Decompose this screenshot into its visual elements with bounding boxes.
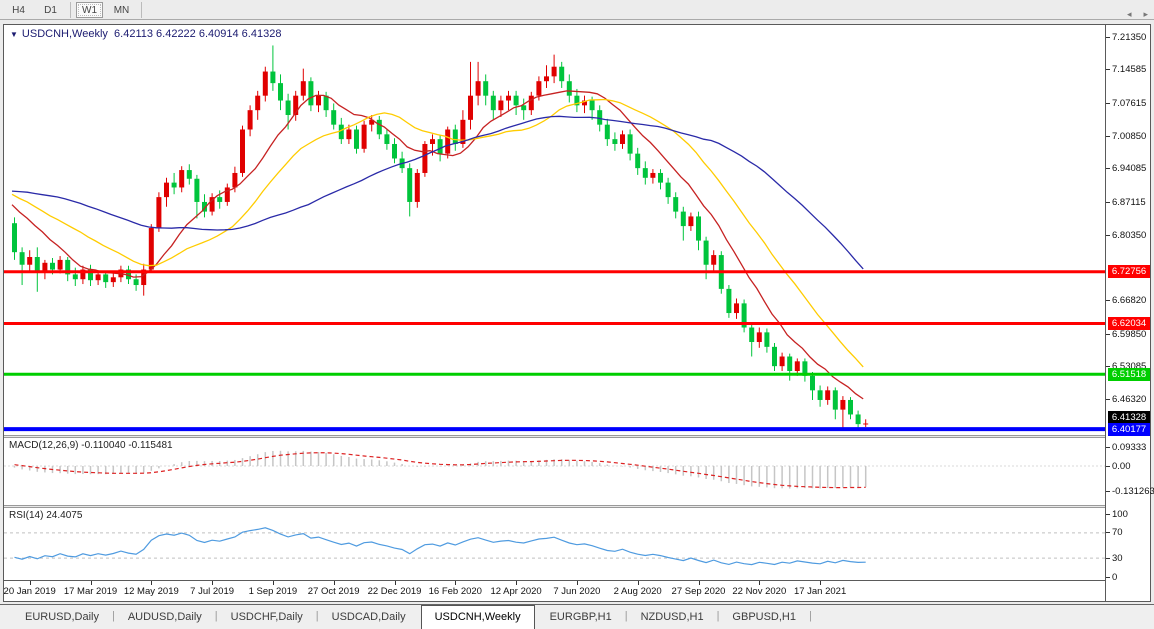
price-tick-label: 7.14585 [1112, 64, 1146, 75]
chart-tab-usdcad[interactable]: USDCAD,Daily [319, 608, 419, 629]
price-line-badge: 6.51518 [1108, 368, 1150, 381]
rsi-tick-mark [1106, 532, 1110, 533]
price-tick-mark [1106, 399, 1110, 400]
price-tick-label: 6.87115 [1112, 197, 1146, 208]
scroll-left-icon[interactable]: ◂ [1127, 9, 1132, 20]
date-tick-label: 17 Jan 2021 [780, 586, 860, 597]
chart-header: ▼ USDCNH,Weekly 6.42113 6.42222 6.40914 6… [10, 28, 281, 40]
price-tick-label: 6.80350 [1112, 230, 1146, 241]
macd-panel[interactable]: MACD(12,26,9) -0.110040 -0.115481 [4, 438, 1105, 505]
price-tick-label: 6.46320 [1112, 394, 1146, 405]
chart-tab-eurusd[interactable]: EURUSD,Daily [12, 608, 112, 629]
price-tick-label: 6.94085 [1112, 163, 1146, 174]
chart-tab-audusd[interactable]: AUDUSD,Daily [115, 608, 215, 629]
toolbar-separator [141, 2, 142, 18]
macd-tick-label: 0.00 [1112, 461, 1131, 472]
rsi-tick-label: 0 [1112, 572, 1117, 583]
price-line-badge: 6.40177 [1108, 423, 1150, 436]
timeframe-button-mn[interactable]: MN [108, 2, 135, 18]
price-tick-mark [1106, 103, 1110, 104]
price-line-badge: 6.62034 [1108, 317, 1150, 330]
date-tick-mark [820, 581, 821, 585]
rsi-tick-mark [1106, 558, 1110, 559]
chart-tab-eurgbp[interactable]: EURGBP,H1 [537, 608, 625, 629]
timeframe-toolbar: H4 D1 W1 MN [0, 0, 1154, 20]
date-tick-mark [638, 581, 639, 585]
price-tick-label: 6.59850 [1112, 329, 1146, 340]
toolbar-separator [70, 2, 71, 18]
chart-symbol-label: USDCNH,Weekly [22, 28, 108, 40]
rsi-label: RSI(14) 24.4075 [9, 510, 82, 521]
chart-tab-usdchf[interactable]: USDCHF,Daily [218, 608, 316, 629]
price-tick-mark [1106, 334, 1110, 335]
chart-tab-nzdusd[interactable]: NZDUSD,H1 [628, 608, 717, 629]
price-tick-mark [1106, 202, 1110, 203]
price-axis[interactable]: 7.21350 7.14585 7.07615 7.00850 6.94085 6.871… [1105, 25, 1150, 601]
date-tick-mark [577, 581, 578, 585]
date-tick-mark [395, 581, 396, 585]
rsi-panel[interactable]: RSI(14) 24.4075 [4, 508, 1105, 580]
price-tick-mark [1106, 235, 1110, 236]
chart-dropdown-icon[interactable]: ▼ [10, 30, 18, 39]
date-tick-mark [699, 581, 700, 585]
chart-tab-gbpusd[interactable]: GBPUSD,H1 [719, 608, 809, 629]
date-tick-mark [455, 581, 456, 585]
timeframe-button-w1[interactable]: W1 [76, 2, 103, 18]
date-axis[interactable]: 20 Jan 201917 Mar 201912 May 20197 Jul 2… [4, 580, 1105, 601]
timeframe-button-d1[interactable]: D1 [37, 2, 64, 18]
date-tick-mark [759, 581, 760, 585]
price-tick-mark [1106, 37, 1110, 38]
chart-window: ▼ USDCNH,Weekly 6.42113 6.42222 6.40914 6… [3, 24, 1151, 602]
macd-tick-mark [1106, 447, 1110, 448]
price-tick-mark [1106, 300, 1110, 301]
price-tick-mark [1106, 136, 1110, 137]
timeframe-button-h4[interactable]: H4 [5, 2, 32, 18]
price-tick-mark [1106, 69, 1110, 70]
tab-scroll-buttons: ◂ ▸ [1127, 9, 1148, 20]
macd-tick-label: 0.09333 [1112, 442, 1146, 453]
macd-tick-mark [1106, 491, 1110, 492]
macd-tick-label: -0.131263 [1112, 486, 1154, 497]
candlestick-chart[interactable] [4, 25, 1105, 435]
price-tick-label: 7.21350 [1112, 32, 1146, 43]
date-tick-mark [151, 581, 152, 585]
macd-label: MACD(12,26,9) -0.110040 -0.115481 [9, 440, 173, 451]
price-tick-mark [1106, 168, 1110, 169]
rsi-tick-label: 100 [1112, 509, 1128, 520]
date-tick-mark [30, 581, 31, 585]
chart-tab-bar: EURUSD,Daily|AUDUSD,Daily|USDCHF,Daily|U… [0, 604, 1154, 629]
price-tick-label: 7.00850 [1112, 131, 1146, 142]
price-tick-label: 6.66820 [1112, 295, 1146, 306]
rsi-tick-mark [1106, 577, 1110, 578]
rsi-tick-label: 70 [1112, 527, 1123, 538]
price-chart-panel[interactable]: ▼ USDCNH,Weekly 6.42113 6.42222 6.40914 6… [4, 25, 1105, 435]
date-tick-mark [516, 581, 517, 585]
chart-ohlc-values: 6.42113 6.42222 6.40914 6.41328 [114, 28, 281, 40]
rsi-chart [4, 508, 1105, 580]
date-tick-mark [334, 581, 335, 585]
date-tick-mark [273, 581, 274, 585]
macd-tick-mark [1106, 466, 1110, 467]
price-line-badge: 6.72756 [1108, 265, 1150, 278]
rsi-tick-label: 30 [1112, 553, 1123, 564]
chart-tab-usdcnh[interactable]: USDCNH,Weekly [421, 605, 535, 629]
rsi-tick-mark [1106, 514, 1110, 515]
price-tick-label: 7.07615 [1112, 98, 1146, 109]
tab-separator: | [809, 610, 812, 624]
mt4-chart-window: H4 D1 W1 MN ▼ USDCNH,Weekly 6.42113 6.42222 … [0, 0, 1154, 629]
date-tick-mark [91, 581, 92, 585]
date-tick-mark [212, 581, 213, 585]
scroll-right-icon[interactable]: ▸ [1143, 9, 1148, 20]
